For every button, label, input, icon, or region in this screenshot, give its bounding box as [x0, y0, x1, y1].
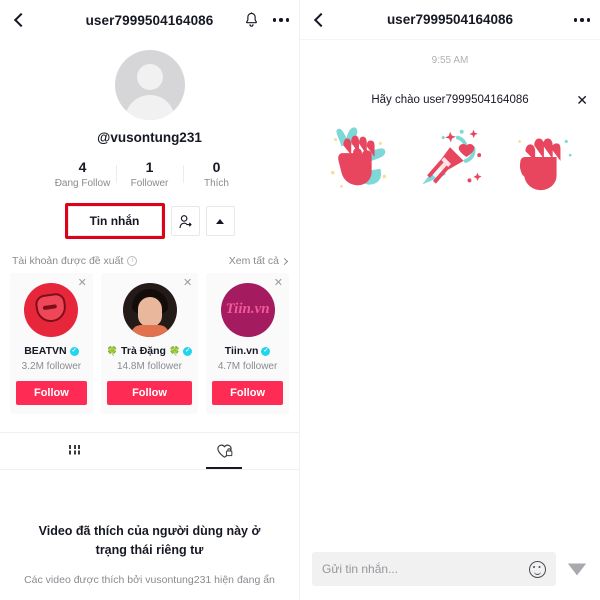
- sticker-suggestions: [300, 122, 600, 194]
- suggested-account-card[interactable]: ✕ BEATVN ✓ 3.2M follower Follow: [10, 273, 93, 414]
- account-name: BEATVN ✓: [24, 345, 79, 357]
- profile-actions: Tin nhắn: [0, 203, 299, 239]
- follow-button[interactable]: Follow: [16, 381, 87, 405]
- message-input-wrapper[interactable]: [312, 552, 556, 586]
- default-user-avatar: [136, 64, 163, 90]
- account-name-text: Tiin.vn: [224, 345, 259, 357]
- add-friend-button[interactable]: [170, 206, 200, 236]
- emoji-icon[interactable]: [529, 560, 546, 578]
- expand-button[interactable]: [205, 206, 235, 236]
- greeting-prompt: Hãy chào user7999504164086 ✕: [300, 93, 600, 107]
- caret-up-icon: [216, 218, 224, 224]
- back-button[interactable]: [12, 12, 29, 28]
- profile-panel: user7999504164086 @vusontung231 4 Đang F…: [0, 0, 300, 600]
- account-followers: 4.7M follower: [217, 361, 278, 372]
- bell-icon: [245, 12, 257, 27]
- profile-topbar: user7999504164086: [0, 0, 299, 40]
- account-name: 🍀 Trà Đặng 🍀 ✓: [106, 345, 193, 357]
- private-notice-subtitle: Các video được thích bởi vusontung231 hi…: [24, 573, 275, 586]
- chevron-right-icon: [280, 257, 289, 265]
- app-screen: user7999504164086 @vusontung231 4 Đang F…: [0, 0, 600, 600]
- stat-following[interactable]: 4 Đang Follow: [50, 159, 116, 189]
- verified-badge-icon: ✓: [261, 346, 271, 356]
- chevron-left-icon: [313, 12, 329, 27]
- suggested-account-card[interactable]: ✕ 🍀 Trà Đặng 🍀 ✓ 14.8M follower Follow: [100, 273, 199, 414]
- avatar[interactable]: [114, 50, 185, 120]
- message-button[interactable]: Tin nhắn: [67, 206, 162, 236]
- chat-topbar: user7999504164086: [300, 0, 600, 40]
- send-button[interactable]: [566, 558, 588, 580]
- suggested-account-card[interactable]: ✕ Tiin.vn Tiin.vn ✓ 4.7M follower Follow: [206, 273, 289, 414]
- stat-likes-label: Thích: [203, 178, 229, 189]
- chat-panel: user7999504164086 9:55 AM Hãy chào user7…: [300, 0, 600, 600]
- verified-badge-icon: ✓: [69, 346, 79, 356]
- account-avatar[interactable]: [122, 283, 177, 337]
- clover-icon: 🍀: [106, 345, 119, 356]
- see-all-label: Xem tất cả: [228, 255, 279, 267]
- more-options-icon: [272, 18, 276, 22]
- account-name: Tiin.vn ✓: [225, 345, 271, 357]
- account-name-text: BEATVN: [24, 345, 67, 357]
- account-avatar[interactable]: [24, 283, 79, 337]
- heart-lock-icon: [217, 444, 233, 458]
- grid-icon: [69, 445, 81, 457]
- chat-title: user7999504164086: [386, 12, 514, 27]
- stat-following-label: Đang Follow: [54, 178, 111, 189]
- stat-followers[interactable]: 1 Follower: [117, 159, 183, 189]
- stat-following-count: 4: [78, 159, 87, 175]
- close-icon[interactable]: ✕: [576, 93, 588, 107]
- clapping-hands-sticker[interactable]: [320, 122, 398, 194]
- see-all-button[interactable]: Xem tất cả: [228, 255, 289, 267]
- chat-body: 9:55 AM Hãy chào user7999504164086 ✕: [300, 40, 600, 542]
- clover-icon: 🍀: [168, 345, 181, 356]
- private-likes-notice: Video đã thích của người dùng này ở trạn…: [0, 470, 299, 586]
- stat-likes-count: 0: [212, 159, 221, 175]
- notifications-button[interactable]: [244, 12, 259, 28]
- account-avatar[interactable]: Tiin.vn: [220, 283, 275, 337]
- account-name-text: Trà Đặng: [121, 345, 166, 357]
- chat-more-options-button[interactable]: [573, 18, 590, 22]
- account-followers: 3.2M follower: [21, 361, 82, 372]
- close-icon[interactable]: ✕: [78, 278, 87, 289]
- waving-hand-sticker[interactable]: [502, 122, 580, 194]
- stat-followers-count: 1: [145, 159, 154, 175]
- message-timestamp: 9:55 AM: [431, 55, 469, 66]
- add-friend-icon: [178, 214, 192, 228]
- more-options-icon: [573, 18, 577, 22]
- message-input[interactable]: [322, 562, 529, 576]
- tab-liked[interactable]: [150, 433, 300, 469]
- party-popper-sticker[interactable]: [411, 122, 489, 194]
- profile-tabs: [0, 432, 299, 470]
- verified-badge-icon: ✓: [183, 346, 193, 356]
- send-icon: [567, 563, 587, 576]
- chat-back-button[interactable]: [312, 12, 329, 27]
- greeting-text: Hãy chào user7999504164086: [371, 94, 529, 106]
- profile-header: @vusontung231: [0, 40, 299, 145]
- close-icon[interactable]: ✕: [183, 278, 192, 289]
- message-composer: [300, 542, 600, 600]
- more-options-button[interactable]: [272, 18, 289, 22]
- stat-followers-label: Follower: [130, 178, 169, 189]
- tab-videos[interactable]: [0, 433, 150, 469]
- close-icon[interactable]: ✕: [274, 278, 283, 289]
- suggested-accounts-list: ✕ BEATVN ✓ 3.2M follower Follow ✕ 🍀 Trà …: [0, 273, 299, 414]
- account-followers: 14.8M follower: [116, 361, 183, 372]
- message-button-highlight: Tin nhắn: [64, 203, 165, 239]
- follow-button[interactable]: Follow: [212, 381, 283, 405]
- profile-handle: @vusontung231: [97, 130, 202, 145]
- follow-button[interactable]: Follow: [106, 381, 193, 405]
- info-icon[interactable]: i: [127, 256, 138, 266]
- suggested-accounts-title: Tài khoản được đề xuất: [12, 255, 124, 267]
- chevron-left-icon: [13, 12, 29, 28]
- suggested-accounts-header: Tài khoản được đề xuất i Xem tất cả: [0, 239, 299, 273]
- stat-likes[interactable]: 0 Thích: [184, 159, 250, 189]
- private-notice-title: Video đã thích của người dùng này ở trạn…: [38, 524, 261, 557]
- profile-stats: 4 Đang Follow 1 Follower 0 Thích: [0, 159, 299, 189]
